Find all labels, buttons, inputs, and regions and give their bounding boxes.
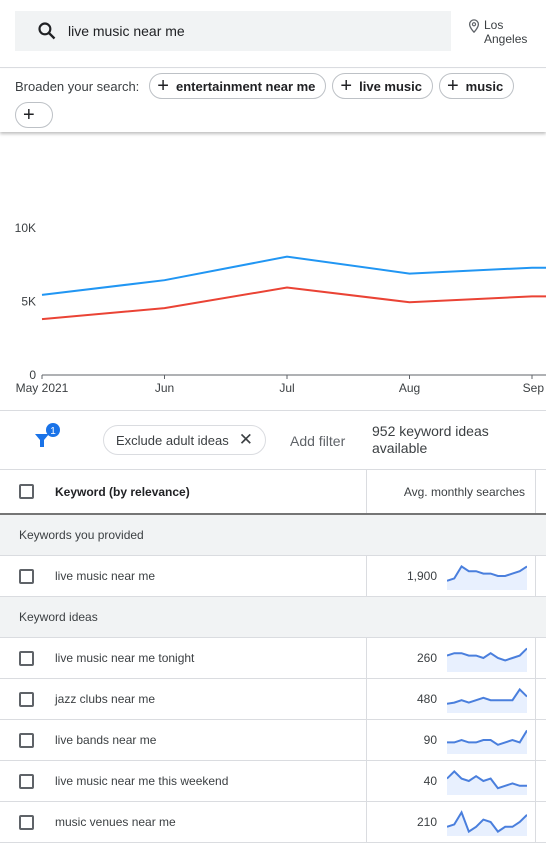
y-tick-label: 10K (15, 221, 36, 235)
row-checkbox[interactable] (19, 568, 34, 584)
x-tick-label: Jul (279, 381, 294, 395)
keyword-column-header[interactable]: Keyword (by relevance) (55, 485, 190, 499)
filter-bar: 1 Exclude adult ideas ✕ Add filter 952 ke… (0, 412, 546, 470)
table-row[interactable]: jazz clubs near me 480 (0, 679, 546, 720)
table-row[interactable]: live music near me tonight 260 (0, 638, 546, 679)
table-header: Keyword (by relevance) Avg. monthly sear… (0, 470, 546, 515)
plus-icon: + (157, 75, 169, 97)
broaden-search: Broaden your search: + entertainment near… (0, 69, 546, 132)
group-header: Keyword ideas (0, 597, 546, 638)
add-filter-button[interactable]: Add filter (290, 433, 345, 449)
trend-sparkline (447, 564, 527, 590)
chip-label: Exclude adult ideas (116, 432, 229, 448)
group-label: Keyword ideas (19, 610, 98, 624)
keyword-search-input[interactable]: live music near me (15, 11, 451, 51)
sparkline-area (447, 730, 527, 754)
chip-label: entertainment near me (175, 78, 316, 94)
table-row[interactable]: live music near me this weekend 40 (0, 761, 546, 802)
keyword-text: live music near me (55, 569, 156, 583)
trend-sparkline (447, 687, 527, 713)
row-checkbox[interactable] (19, 814, 34, 830)
x-tick-label: Jun (155, 381, 174, 395)
keyword-text: music venues near me (55, 815, 176, 829)
sparkline-area (447, 648, 527, 672)
avg-monthly-searches: 210 (416, 815, 437, 829)
broaden-chip[interactable]: + live music (332, 73, 433, 99)
keyword-table: Keyword (by relevance) Avg. monthly sear… (0, 470, 546, 843)
y-tick-label: 0 (29, 368, 36, 382)
x-tick-label: Aug (399, 381, 420, 395)
keyword-count: 952 keyword ideas available (372, 423, 489, 456)
plus-icon: + (23, 104, 35, 126)
avg-monthly-searches: 260 (416, 651, 437, 665)
select-all-checkbox[interactable] (19, 484, 34, 499)
search-icon (38, 22, 56, 40)
broaden-chip[interactable]: + music (438, 73, 515, 99)
close-icon[interactable]: ✕ (239, 430, 253, 450)
searches-column-header[interactable]: Avg. monthly searches (404, 485, 525, 499)
group-label: Keywords you provided (19, 528, 144, 542)
search-query: live music near me (68, 23, 185, 39)
table-row[interactable]: live bands near me 90 (0, 720, 546, 761)
broaden-chip[interactable]: + entertainment near me (149, 73, 327, 99)
plus-icon: + (340, 75, 353, 97)
avg-monthly-searches: 1,900 (406, 569, 437, 583)
keyword-text: live music near me tonight (55, 651, 195, 665)
avg-monthly-searches: 40 (423, 774, 437, 788)
table-row[interactable]: music venues near me 210 (0, 802, 546, 843)
keyword-text: live bands near me (55, 733, 157, 747)
row-checkbox[interactable] (19, 773, 34, 789)
row-checkbox[interactable] (19, 732, 34, 748)
avg-monthly-searches: 480 (416, 692, 437, 706)
location-pin-icon (468, 19, 480, 33)
keyword-text: jazz clubs near me (55, 692, 156, 706)
trend-sparkline (447, 769, 527, 795)
y-tick-label: 5K (21, 295, 36, 309)
search-volume-chart: 0 5K 10K May 2021 Jun Jul Aug Sep (0, 133, 546, 411)
series-line-1 (41, 286, 546, 321)
broaden-label: Broaden your search: (15, 78, 140, 94)
trend-sparkline (447, 810, 527, 836)
keyword-text: live music near me this weekend (55, 774, 229, 788)
avg-monthly-searches: 90 (423, 733, 437, 747)
trend-sparkline (447, 729, 527, 754)
x-tick-label: Sep (523, 381, 545, 395)
location-selector[interactable]: Los Angeles (468, 18, 544, 46)
filter-icon[interactable]: 1 (33, 422, 61, 450)
chart-svg: 0 5K 10K May 2021 Jun Jul Aug Sep (15, 221, 546, 395)
group-header: Keywords you provided (0, 515, 546, 556)
exclude-adult-chip[interactable]: Exclude adult ideas ✕ (103, 425, 266, 455)
row-checkbox[interactable] (19, 691, 34, 707)
row-checkbox[interactable] (19, 650, 34, 666)
chip-label: live music (359, 78, 422, 94)
x-tick-label: May 2021 (16, 381, 69, 395)
location-label: Los Angeles (484, 18, 528, 46)
trend-sparkline (447, 647, 527, 672)
plus-icon: + (446, 75, 459, 97)
broaden-chip[interactable]: + (15, 102, 53, 128)
table-row[interactable]: live music near me 1,900 (0, 556, 546, 597)
search-bar-area: live music near me Los Angeles (0, 0, 546, 68)
chip-label: music (465, 78, 504, 94)
filter-badge: 1 (50, 426, 56, 437)
